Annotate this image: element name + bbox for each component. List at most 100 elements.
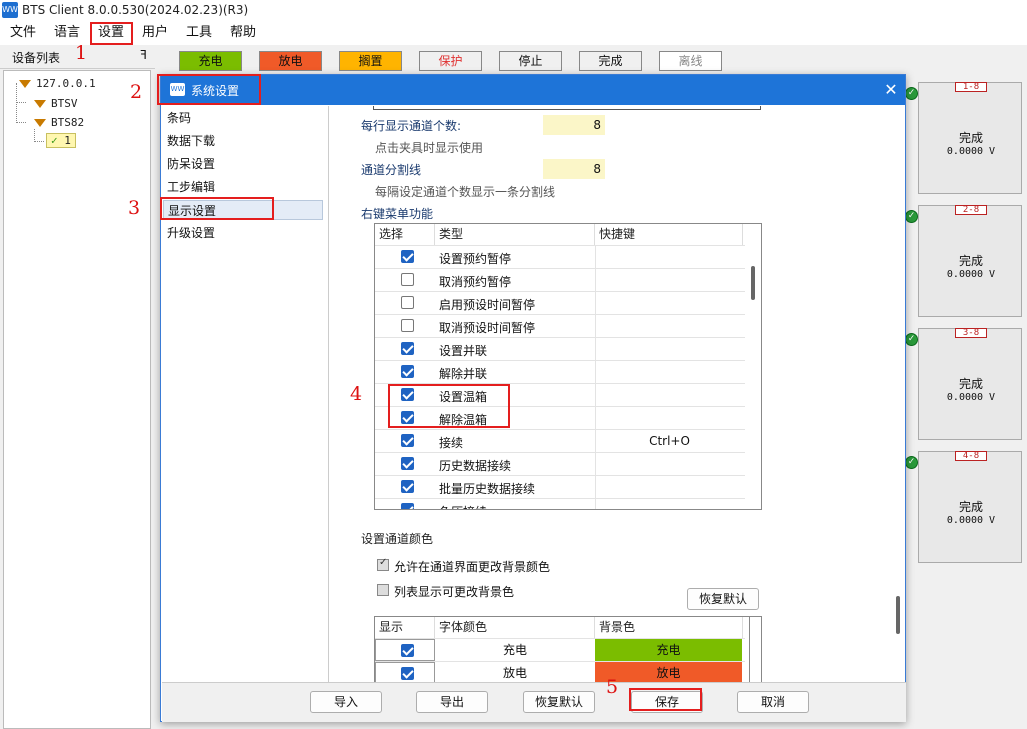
export-button[interactable]: 导出: [416, 691, 488, 713]
cancel-button[interactable]: 取消: [737, 691, 809, 713]
row-shortcut[interactable]: [595, 384, 743, 406]
menu-file[interactable]: 文件: [10, 23, 36, 43]
menu-user[interactable]: 用户: [142, 23, 168, 43]
menu-tools[interactable]: 工具: [186, 23, 212, 43]
row-shortcut[interactable]: [595, 453, 743, 475]
col-type: 类型: [435, 224, 595, 245]
row-checkbox[interactable]: [401, 250, 414, 263]
menu-bar: 文件 语言 设置 用户 工具 帮助: [0, 21, 1027, 45]
window-title: BTS Client 8.0.0.530(2024.02.23)(R3): [22, 3, 249, 17]
row-checkbox[interactable]: [401, 342, 414, 355]
row-checkbox[interactable]: [401, 457, 414, 470]
table-row[interactable]: 负压接续: [375, 498, 745, 509]
show-cell: [375, 639, 435, 661]
table-row[interactable]: 取消预设时间暂停: [375, 314, 745, 337]
table-row[interactable]: 启用预设时间暂停: [375, 291, 745, 314]
table-scrollbar[interactable]: [751, 266, 755, 300]
status-stop-button[interactable]: 停止: [499, 51, 562, 71]
ok-icon: ✓: [905, 456, 918, 469]
channel-card[interactable]: ✓ 3-8 完成 0.0000 V: [905, 328, 1022, 440]
nav-barcode[interactable]: 条码: [167, 108, 327, 128]
expand-icon[interactable]: [34, 100, 46, 108]
row-checkbox[interactable]: [401, 365, 414, 378]
expand-icon[interactable]: [34, 119, 46, 127]
allow-bg-checkbox[interactable]: [377, 557, 389, 571]
row-shortcut[interactable]: [595, 246, 743, 268]
callout-number: 3: [128, 197, 141, 219]
content-scrollbar[interactable]: [896, 596, 900, 634]
row-checkbox[interactable]: [401, 434, 414, 447]
menu-help[interactable]: 帮助: [230, 23, 256, 43]
restore-default-button[interactable]: 恢复默认: [523, 691, 595, 713]
col-shortcut: 快捷键: [595, 224, 743, 245]
status-offline-button[interactable]: 离线: [659, 51, 722, 71]
close-icon[interactable]: ✕: [881, 80, 901, 99]
status-protect-button[interactable]: 保护: [419, 51, 482, 71]
table-row[interactable]: 取消预约暂停: [375, 268, 745, 291]
window-titlebar: WW BTS Client 8.0.0.530(2024.02.23)(R3): [0, 0, 1027, 21]
table-row[interactable]: 接续 Ctrl+O: [375, 429, 745, 452]
table-row[interactable]: 解除并联: [375, 360, 745, 383]
ok-icon: ✓: [905, 87, 918, 100]
restore-default-colors-button[interactable]: 恢复默认: [687, 588, 759, 610]
channel-card[interactable]: ✓ 1-8 完成 0.0000 V: [905, 82, 1022, 194]
bg-color-cell[interactable]: 充电: [595, 639, 742, 661]
status-rest-button[interactable]: 搁置: [339, 51, 402, 71]
row-shortcut[interactable]: [595, 499, 743, 509]
channel-card[interactable]: ✓ 2-8 完成 0.0000 V: [905, 205, 1022, 317]
callout-box-temp-chamber-rows: [388, 384, 510, 428]
divider-input[interactable]: 8: [543, 159, 605, 179]
tree-node-host[interactable]: 127.0.0.1: [19, 77, 96, 90]
tree-node-bts82[interactable]: BTS82: [34, 116, 84, 129]
nav-data-download[interactable]: 数据下载: [167, 131, 327, 151]
expand-icon[interactable]: [19, 80, 31, 88]
row-checkbox[interactable]: [401, 296, 414, 309]
pin-icon[interactable]: ꟻ: [140, 48, 147, 62]
channel-id: 1-8: [955, 82, 987, 92]
channel-card[interactable]: ✓ 4-8 完成 0.0000 V: [905, 451, 1022, 563]
row-shortcut[interactable]: [595, 361, 743, 383]
row-type: 设置并联: [439, 344, 488, 358]
font-color-cell[interactable]: 放电: [435, 662, 595, 682]
menu-language[interactable]: 语言: [54, 23, 80, 43]
row-checkbox[interactable]: [401, 503, 414, 509]
nav-step-edit[interactable]: 工步编辑: [167, 177, 327, 197]
callout-number: 5: [606, 676, 619, 698]
app-icon: WW: [2, 2, 18, 18]
status-complete-button[interactable]: 完成: [579, 51, 642, 71]
row-shortcut[interactable]: [595, 269, 743, 291]
status-toolbar: 充电 放电 搁置 保护 停止 完成 离线: [155, 47, 1027, 74]
row-shortcut[interactable]: [595, 476, 743, 498]
status-charge-button[interactable]: 充电: [179, 51, 242, 71]
nav-foolproof[interactable]: 防呆设置: [167, 154, 327, 174]
list-bg-checkbox[interactable]: [377, 584, 389, 596]
table-row[interactable]: 批量历史数据接续: [375, 475, 745, 498]
row-checkbox[interactable]: [401, 319, 414, 332]
row-checkbox[interactable]: [401, 480, 414, 493]
table-row[interactable]: 设置预约暂停: [375, 245, 745, 268]
scrolled-panel-edge: [373, 106, 761, 110]
show-checkbox[interactable]: [401, 644, 414, 657]
nav-upgrade-settings[interactable]: 升级设置: [167, 223, 327, 243]
tree-node-btsv[interactable]: BTSV: [34, 97, 78, 110]
table-row[interactable]: 设置并联: [375, 337, 745, 360]
row-checkbox[interactable]: [401, 273, 414, 286]
row-shortcut[interactable]: Ctrl+O: [595, 430, 743, 452]
color-row[interactable]: 充电 充电: [375, 638, 745, 661]
row-shortcut[interactable]: [595, 315, 743, 337]
row-type: 批量历史数据接续: [439, 482, 536, 496]
row-shortcut[interactable]: [595, 407, 743, 429]
tree-node-unit-1[interactable]: ✓ 1: [46, 133, 76, 148]
ok-icon: ✓: [905, 333, 918, 346]
color-row[interactable]: 放电 放电: [375, 661, 745, 682]
row-shortcut[interactable]: [595, 292, 743, 314]
import-button[interactable]: 导入: [310, 691, 382, 713]
table-row[interactable]: 历史数据接续: [375, 452, 745, 475]
col-font-color: 字体颜色: [435, 617, 595, 638]
show-checkbox[interactable]: [401, 667, 414, 680]
channel-status: 完成: [958, 500, 983, 514]
font-color-cell[interactable]: 充电: [435, 639, 595, 661]
row-shortcut[interactable]: [595, 338, 743, 360]
per-row-input[interactable]: 8: [543, 115, 605, 135]
status-discharge-button[interactable]: 放电: [259, 51, 322, 71]
